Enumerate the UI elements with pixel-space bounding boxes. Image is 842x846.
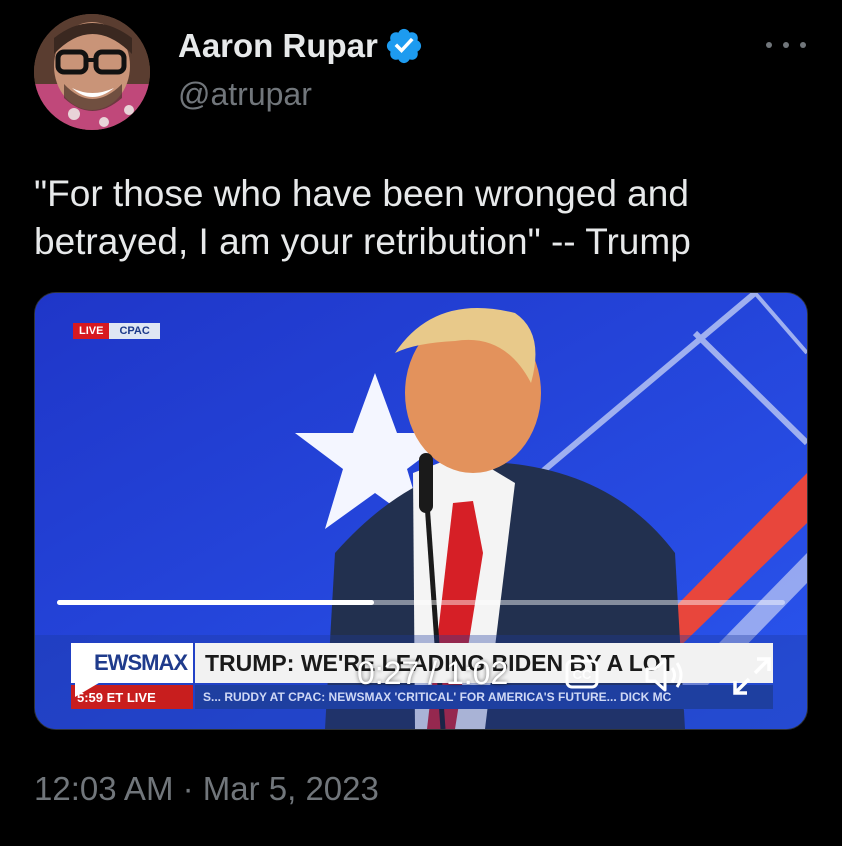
video-time-display: 0:27 / 1:02 <box>357 655 509 691</box>
live-label: LIVE <box>73 323 110 339</box>
closed-captions-icon[interactable]: CC <box>565 659 599 694</box>
avatar-image <box>34 14 150 130</box>
more-dot <box>783 42 789 48</box>
more-dot <box>766 42 772 48</box>
more-dot <box>800 42 806 48</box>
tweet-text: "For those who have been wronged and bet… <box>34 173 691 262</box>
video-progress-fill <box>57 600 374 605</box>
author-name[interactable]: Aaron Rupar <box>178 27 378 65</box>
avatar[interactable] <box>34 14 150 130</box>
fullscreen-icon[interactable] <box>731 655 773 702</box>
verified-badge-icon <box>386 28 421 64</box>
more-options-icon[interactable] <box>766 34 806 56</box>
live-event-tag: LIVE CPAC <box>73 323 160 339</box>
author-name-row[interactable]: Aaron Rupar <box>178 26 424 66</box>
author-handle[interactable]: @atrupar <box>178 76 312 113</box>
svg-text:CC: CC <box>573 667 592 682</box>
tweet-timestamp[interactable]: 12:03 AM · Mar 5, 2023 <box>34 770 379 808</box>
video-player[interactable]: LIVE CPAC EWSMAX TRUMP: WE'RE LEADING BI… <box>34 292 808 730</box>
play-icon[interactable] <box>71 655 111 699</box>
video-progress-bar[interactable] <box>57 600 785 605</box>
volume-icon[interactable] <box>643 655 689 700</box>
event-label: CPAC <box>109 323 160 339</box>
